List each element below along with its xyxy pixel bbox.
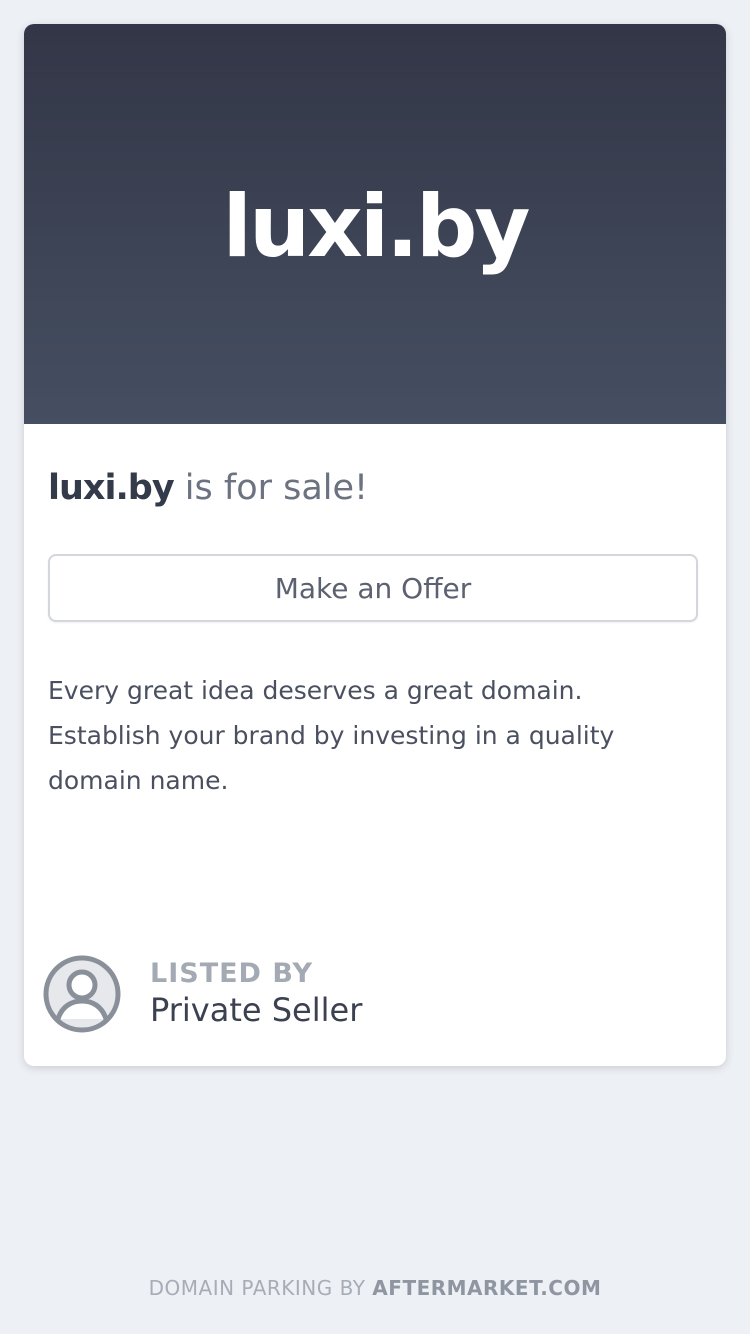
sale-suffix: is for sale! — [173, 468, 369, 508]
description-text: Every great idea deserves a great domain… — [48, 676, 615, 795]
make-offer-button[interactable]: Make an Offer — [48, 554, 698, 622]
listed-by-label: LISTED BY — [150, 958, 314, 989]
footer-prefix: DOMAIN PARKING BY — [148, 1276, 373, 1300]
hero-banner: luxi.by — [24, 24, 726, 424]
sale-domain-name: luxi.by — [48, 468, 175, 508]
domain-card: luxi.by luxi.by is for sale! Make an Off… — [24, 24, 726, 1066]
sale-heading: luxi.by is for sale! — [48, 466, 368, 510]
footer-credit: DOMAIN PARKING BY AFTERMARKET.COM — [0, 1276, 750, 1300]
seller-info: LISTED BY Private Seller — [42, 954, 362, 1034]
seller-name: Private Seller — [150, 991, 363, 1029]
user-avatar-icon — [43, 955, 121, 1033]
hero-domain-name: luxi.by — [222, 177, 531, 277]
seller-text: LISTED BY Private Seller — [150, 958, 362, 1030]
footer-brand-link[interactable]: AFTERMARKET.COM — [372, 1276, 601, 1300]
